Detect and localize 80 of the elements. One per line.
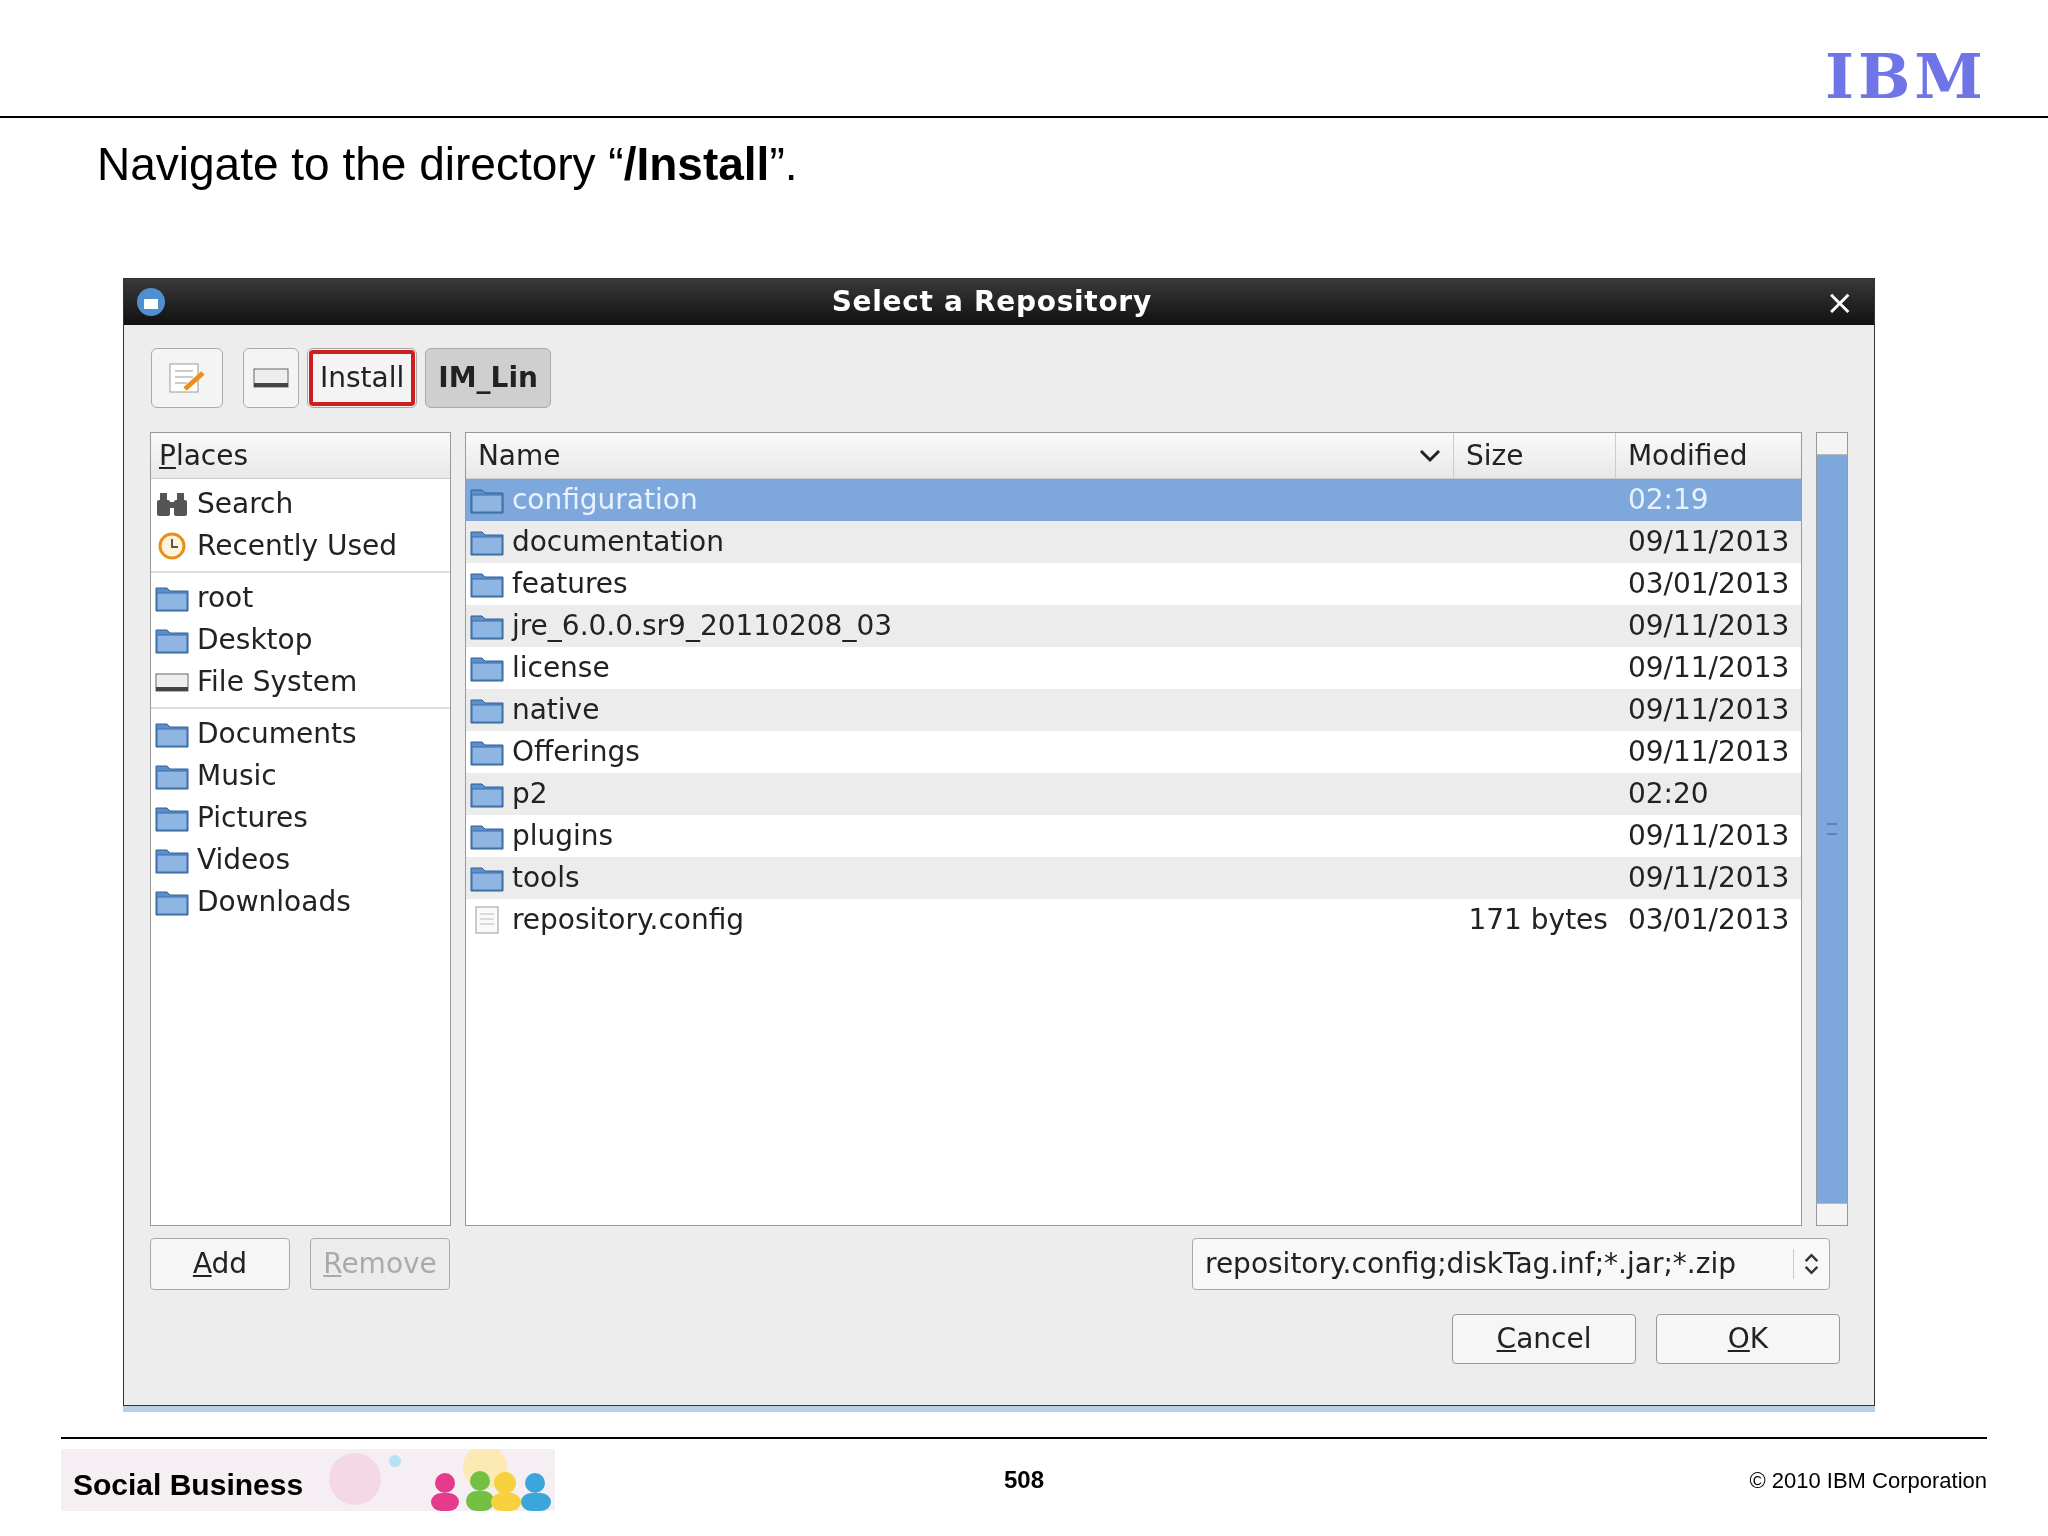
place-item[interactable]: Pictures xyxy=(151,797,450,839)
folder-icon xyxy=(469,864,504,892)
path-button[interactable]: IM_Lin xyxy=(425,348,551,408)
file-name: native xyxy=(511,692,600,728)
column-header[interactable]: Modified xyxy=(1615,433,1802,478)
scrollbar[interactable] xyxy=(1816,432,1848,1226)
modified-date: 03/01/2013 xyxy=(1627,903,1790,936)
drive-icon xyxy=(253,366,289,390)
modified-date: 02:19 xyxy=(1627,483,1709,516)
modified-date: 09/11/2013 xyxy=(1627,693,1790,726)
column-header[interactable]: Size xyxy=(1453,433,1616,478)
file-name: p2 xyxy=(511,776,548,812)
folder-icon xyxy=(469,738,504,766)
place-item[interactable]: Desktop xyxy=(151,619,450,661)
file-row[interactable]: native 09/11/2013 xyxy=(465,689,1802,731)
file-row[interactable]: jre_6.0.0.sr9_20110208_03 09/11/2013 xyxy=(465,605,1802,647)
chevron-down-icon xyxy=(1418,448,1441,463)
file-name: repository.config xyxy=(511,902,745,938)
slide-title: Navigate to the directory “/Install”. xyxy=(97,137,799,192)
file-row[interactable]: tools 09/11/2013 xyxy=(465,857,1802,899)
edit-location-button[interactable] xyxy=(151,348,223,408)
modified-date: 09/11/2013 xyxy=(1627,861,1790,894)
brand-text: Social Business xyxy=(73,1467,304,1503)
window-title: Select a Repository xyxy=(830,284,1153,320)
modified-date: 09/11/2013 xyxy=(1627,609,1790,642)
place-item[interactable]: Documents xyxy=(151,713,450,755)
file-name: Offerings xyxy=(511,734,640,770)
folder-icon xyxy=(155,626,189,654)
pencil-note-icon xyxy=(167,361,207,395)
folder-icon xyxy=(469,654,504,682)
dialog-button[interactable]: Cancel xyxy=(1452,1314,1636,1364)
folder-icon xyxy=(469,822,504,850)
file-name: documentation xyxy=(511,524,724,560)
modified-date: 03/01/2013 xyxy=(1627,567,1790,600)
copyright: © 2010 IBM Corporation xyxy=(1749,1466,1987,1495)
modified-date: 09/11/2013 xyxy=(1627,525,1790,558)
file-name: license xyxy=(511,650,610,686)
path-button[interactable]: Install xyxy=(307,348,418,408)
filter-dropdown[interactable]: repository.config;diskTag.inf;*.jar;*.zip xyxy=(1192,1238,1830,1290)
file-name: configuration xyxy=(511,482,698,518)
folder-icon xyxy=(155,888,189,916)
file-row[interactable]: p2 02:20 xyxy=(465,773,1802,815)
place-item[interactable]: Recently Used xyxy=(151,525,450,567)
close-button[interactable]: × xyxy=(1817,285,1862,319)
file-name: plugins xyxy=(511,818,614,854)
file-name: jre_6.0.0.sr9_20110208_03 xyxy=(511,608,893,644)
place-item[interactable]: root xyxy=(151,577,450,619)
places-header: Places xyxy=(151,433,450,479)
place-item[interactable]: Videos xyxy=(151,839,450,881)
app-icon xyxy=(136,287,166,317)
folder-icon xyxy=(469,528,504,556)
folder-icon xyxy=(469,780,504,808)
folder-icon xyxy=(469,612,504,640)
folder-icon xyxy=(469,570,504,598)
file-row[interactable]: documentation 09/11/2013 xyxy=(465,521,1802,563)
place-item[interactable]: Search xyxy=(151,483,450,525)
folder-icon xyxy=(155,804,189,832)
place-item[interactable]: File System xyxy=(151,661,450,703)
place-button[interactable]: Add xyxy=(150,1238,290,1290)
binoculars-icon xyxy=(155,490,189,518)
folder-icon xyxy=(155,720,189,748)
modified-date: 09/11/2013 xyxy=(1627,651,1790,684)
folder-icon xyxy=(469,696,504,724)
column-header[interactable]: Name xyxy=(465,433,1454,478)
modified-date: 02:20 xyxy=(1627,777,1709,810)
folder-icon xyxy=(155,584,189,612)
place-item[interactable]: Downloads xyxy=(151,881,450,923)
modified-date: 09/11/2013 xyxy=(1627,819,1790,852)
file-name: features xyxy=(511,566,628,602)
dialog-button[interactable]: OK xyxy=(1656,1314,1840,1364)
logo: IBM xyxy=(1824,48,1987,106)
file-name: tools xyxy=(511,860,580,896)
folder-icon xyxy=(155,846,189,874)
folder-icon xyxy=(469,486,504,514)
modified-date: 09/11/2013 xyxy=(1627,735,1790,768)
file-size: 171 bytes xyxy=(1468,903,1608,936)
page-number: 508 xyxy=(1004,1465,1045,1495)
place-item[interactable]: Music xyxy=(151,755,450,797)
drive-button[interactable] xyxy=(243,348,299,408)
folder-icon xyxy=(155,762,189,790)
